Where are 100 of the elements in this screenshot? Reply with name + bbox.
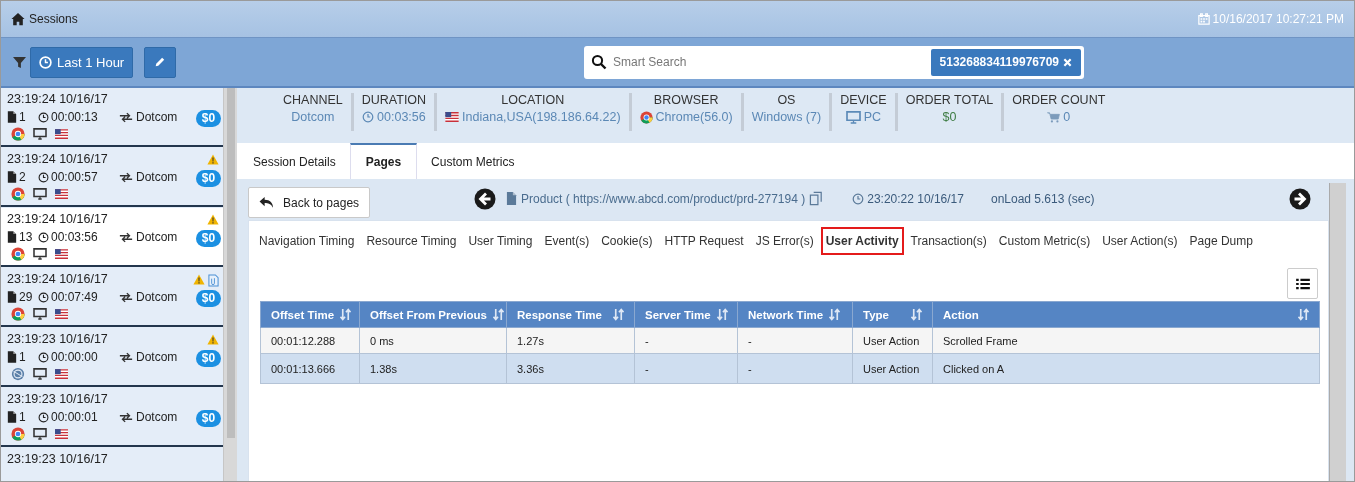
column-header[interactable]: Type xyxy=(852,301,933,328)
tab[interactable]: JS Error(s) xyxy=(750,227,819,255)
session-time: 23:19:23 10/16/17 xyxy=(7,332,109,347)
swap-icon xyxy=(119,291,133,303)
chrome-icon xyxy=(11,127,25,141)
search-field[interactable]: Smart Search 513268834119976709 xyxy=(584,45,1084,79)
tab[interactable]: User Timing xyxy=(463,227,538,255)
cart-icon xyxy=(1047,111,1061,123)
session-duration: 00:03:56 xyxy=(51,230,98,244)
sort-icon xyxy=(340,308,352,321)
copy-icon[interactable] xyxy=(809,191,825,206)
header-datetime: 10/16/2017 10:27:21 PM xyxy=(1212,12,1344,26)
session-channel: Dotcom xyxy=(136,230,178,244)
us-flag-icon xyxy=(445,112,460,122)
page-count: 1 xyxy=(19,350,26,364)
session-duration: 00:07:49 xyxy=(51,290,98,304)
search-tag[interactable]: 513268834119976709 xyxy=(930,48,1081,76)
page-icon xyxy=(506,192,518,205)
home-icon xyxy=(11,12,25,26)
column-header[interactable]: Offset From Previous xyxy=(359,301,507,328)
session-time: 23:19:24 10/16/17 xyxy=(7,92,109,107)
tab[interactable]: Event(s) xyxy=(539,227,595,255)
time-range-button[interactable]: Last 1 Hour xyxy=(30,46,134,78)
tab[interactable]: User Activity xyxy=(820,227,904,255)
column-header[interactable]: Server Time xyxy=(634,301,738,328)
tab[interactable]: Cookie(s) xyxy=(596,227,658,255)
close-icon xyxy=(1063,57,1072,67)
sort-icon xyxy=(716,308,728,321)
page-count: 2 xyxy=(19,170,26,184)
tab[interactable]: Resource Timing xyxy=(361,227,462,255)
metric-label: DURATION xyxy=(361,93,427,107)
list-view-button[interactable] xyxy=(1287,268,1318,299)
scrollbar[interactable] xyxy=(1329,183,1346,481)
tab[interactable]: HTTP Request xyxy=(659,227,749,255)
session-duration: 00:00:00 xyxy=(51,350,98,364)
metric-value: 00:03:56 xyxy=(377,110,426,124)
metric-value: 0 xyxy=(1063,110,1071,124)
tab[interactable]: Page Dump xyxy=(1184,227,1258,255)
tab[interactable]: Pages xyxy=(349,143,418,179)
browser-icon xyxy=(11,367,25,381)
tab[interactable]: Custom Metric(s) xyxy=(993,227,1096,255)
metric-value: Indiana,USA(198.186.64.22) xyxy=(462,110,621,124)
back-button[interactable]: Back to pages xyxy=(248,187,371,218)
table-cell: 00:01:12.288 xyxy=(260,327,360,354)
table-cell: User Action xyxy=(852,353,933,384)
table-cell: User Action xyxy=(852,327,933,354)
chrome-icon xyxy=(11,247,25,261)
monitor-icon xyxy=(845,110,861,124)
session-channel: Dotcom xyxy=(136,170,178,184)
session-time: 23:19:23 10/16/17 xyxy=(7,452,109,467)
table-cell: - xyxy=(737,327,853,354)
table-row[interactable]: 00:01:13.666 1.38s 3.36s - - User Action Clicked on A xyxy=(260,353,1320,384)
table-cell: - xyxy=(634,327,738,354)
monitor-icon xyxy=(33,428,47,440)
page-title: Sessions xyxy=(29,12,78,26)
table-cell: 3.36s xyxy=(506,353,635,384)
session-item[interactable]: 23:19:24 10/16/17 13 00:03:56 Dotcom $0 xyxy=(1,208,224,267)
metric-label: OS xyxy=(777,93,796,107)
sort-icon xyxy=(613,308,624,321)
metric-value: $0 xyxy=(942,110,957,124)
previous-icon[interactable] xyxy=(474,187,497,210)
amount-badge: $0 xyxy=(195,110,222,127)
column-header[interactable]: Network Time xyxy=(737,301,853,328)
session-time: 23:19:24 10/16/17 xyxy=(7,212,109,227)
clock-icon xyxy=(362,111,375,123)
metric-label: ORDER COUNT xyxy=(1012,93,1106,107)
column-header[interactable]: Response Time xyxy=(506,301,635,328)
chrome-icon xyxy=(11,187,25,201)
us-flag-icon xyxy=(55,429,68,439)
column-header[interactable]: Offset Time xyxy=(260,301,360,328)
metric-value: Chrome(56.0) xyxy=(655,110,733,124)
metric-value: PC xyxy=(863,110,882,124)
page-icon xyxy=(7,351,17,363)
table-cell: 1.38s xyxy=(359,353,507,384)
table-row[interactable]: 00:01:12.288 0 ms 1.27s - - User Action Scrolled Frame xyxy=(260,327,1320,354)
column-header[interactable]: Action xyxy=(932,301,1320,328)
session-time: 23:19:23 10/16/17 xyxy=(7,392,109,407)
scrollbar[interactable] xyxy=(223,88,237,481)
onload-time: onLoad 5.613 (sec) xyxy=(990,191,1095,206)
metric-label: ORDER TOTAL xyxy=(905,93,994,107)
page-icon xyxy=(7,231,17,243)
tab[interactable]: Transaction(s) xyxy=(905,227,992,255)
clock-icon xyxy=(38,351,49,363)
session-channel: Dotcom xyxy=(136,290,178,304)
session-duration: 00:00:01 xyxy=(51,410,98,424)
sort-icon xyxy=(829,308,841,321)
page-icon xyxy=(7,111,17,123)
edit-button[interactable] xyxy=(144,46,177,78)
tab[interactable]: Navigation Timing xyxy=(254,227,360,255)
table-cell: - xyxy=(737,353,853,384)
table-cell: - xyxy=(634,353,738,384)
tab[interactable]: User Action(s) xyxy=(1097,227,1183,255)
table-cell: 00:01:13.666 xyxy=(260,353,360,384)
page-count: 1 xyxy=(19,110,26,124)
clock-icon xyxy=(38,231,49,243)
monitor-icon xyxy=(33,368,47,380)
filter-icon xyxy=(13,55,26,69)
table-cell: Clicked on A xyxy=(932,353,1320,384)
amount-badge: $0 xyxy=(195,230,222,247)
next-icon[interactable] xyxy=(1289,187,1311,210)
